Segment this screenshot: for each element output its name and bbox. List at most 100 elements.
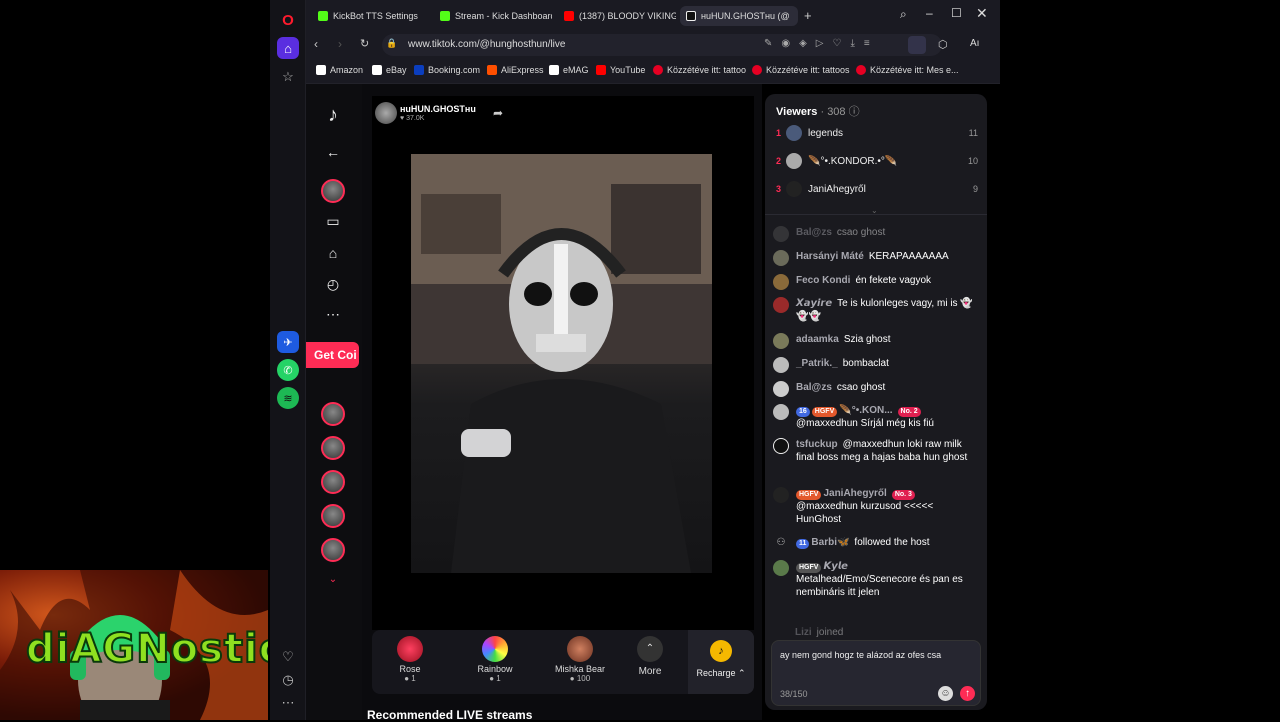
tab-kick-dashboard[interactable]: Stream - Kick Dashboard: [434, 6, 552, 26]
chat-user[interactable]: JaniAhegyről: [823, 488, 886, 499]
home-icon[interactable]: ⌂: [277, 37, 299, 59]
chat-message[interactable]: 𝙓𝙖𝙮𝙞𝙧𝙚 Te is kulonleges vagy, mi is 👻👻👻: [773, 297, 979, 323]
chat-message[interactable]: 16 HGFV 🪶°•.KON... No. 2 @maxxedhun Sírjál …: [773, 404, 979, 430]
chat-user[interactable]: Harsányi Máté: [796, 251, 864, 262]
gift-rainbow[interactable]: Rainbow ● 1: [465, 636, 525, 683]
bookmark-ebay[interactable]: eBay: [372, 65, 407, 75]
more-icon[interactable]: ⋯: [277, 692, 299, 714]
chat-message[interactable]: tsfuckup @maxxedhun loki raw milk final b…: [773, 438, 979, 464]
search-icon[interactable]: ⌕: [900, 7, 907, 22]
chat-user[interactable]: Bal@zs: [796, 227, 832, 238]
chevron-down-icon[interactable]: ⌄: [322, 568, 344, 590]
bookmark-youtube[interactable]: YouTube: [596, 65, 645, 75]
chat-user[interactable]: 𝙓𝙖𝙮𝙞𝙧𝙚: [796, 298, 832, 309]
viewer-row[interactable]: 3 JaniAhegyről 9: [765, 179, 987, 199]
forward-icon[interactable]: ›: [338, 37, 342, 51]
star-icon[interactable]: ☆: [277, 66, 299, 88]
tab-youtube[interactable]: (1387) BLOODY VIKING S: [558, 6, 676, 26]
bookmark-booking[interactable]: Booking.com: [414, 65, 480, 75]
chat-message[interactable]: HGFV 𝙆𝙮𝙡𝙚 Metalhead/Emo/Scenecore és pan e…: [773, 560, 979, 599]
bookmark-amazon[interactable]: Amazon: [316, 65, 363, 75]
more-icon[interactable]: ⋯: [322, 303, 344, 325]
chat-user[interactable]: tsfuckup: [796, 439, 838, 450]
viewer-row[interactable]: 2 🪶°•.KONDOR.•°🪶 10: [765, 151, 987, 171]
gift-rose[interactable]: Rose ● 1: [380, 636, 440, 683]
chat-user[interactable]: 🪶°•.KON...: [839, 405, 892, 416]
minimize-icon[interactable]: –: [926, 6, 933, 20]
address-actions-icons[interactable]: ✎◉◈▷♡⤓≡: [764, 38, 879, 49]
opera-logo-icon[interactable]: O: [277, 9, 299, 31]
recharge-button[interactable]: ♪ Recharge ⌃: [688, 630, 754, 694]
more-gifts-button[interactable]: ⌃ More: [620, 636, 680, 677]
spotify-icon[interactable]: ≋: [277, 387, 299, 409]
history-icon[interactable]: ◴: [322, 273, 344, 295]
viewer-row[interactable]: 1 legends 11: [765, 123, 987, 143]
extensions-icon[interactable]: ⬡: [938, 38, 948, 51]
kick-icon: [318, 11, 328, 21]
chat-message[interactable]: Lizi joined: [773, 626, 979, 639]
chat-user[interactable]: 𝙆𝙮𝙡𝙚: [823, 561, 847, 572]
bookmark-pinterest-2[interactable]: Közzétéve itt: tattoos: [752, 65, 850, 75]
url-field[interactable]: 🔒 www.tiktok.com/@hunghosthun/live ✎◉◈▷♡…: [382, 34, 942, 56]
viewer-score: 10: [967, 156, 978, 166]
back-icon[interactable]: ‹: [314, 37, 318, 51]
live-avatar[interactable]: [321, 402, 345, 426]
bookmark-aliexpress[interactable]: AliExpress: [487, 65, 544, 75]
reload-icon[interactable]: ↻: [360, 37, 369, 50]
live-avatar[interactable]: [321, 436, 345, 460]
messenger-icon[interactable]: ✈: [277, 331, 299, 353]
send-icon[interactable]: ↑: [960, 686, 975, 701]
get-coins-button[interactable]: Get Coi: [306, 342, 359, 368]
chat-message[interactable]: _Patrik._ bombaclat: [773, 357, 979, 373]
host-avatar[interactable]: [375, 102, 397, 124]
chat-input-box[interactable]: ay nem gond hogz te alázod az ofes csa 3…: [771, 640, 981, 706]
gift-mishka-bear[interactable]: Mishka Bear ● 100: [550, 636, 610, 683]
live-avatar[interactable]: [321, 504, 345, 528]
emoji-icon[interactable]: ☺: [938, 686, 953, 701]
share-icon[interactable]: ➦: [493, 106, 503, 120]
close-icon[interactable]: ✕: [976, 5, 988, 22]
ai-button[interactable]: Aı: [970, 38, 979, 49]
maximize-icon[interactable]: ☐: [951, 6, 962, 20]
gift-name: Rose: [399, 664, 421, 674]
avatar: [786, 181, 802, 197]
chat-user[interactable]: Bal@zs: [796, 382, 832, 393]
chat-message[interactable]: ⚇ 11 Barbi🦋 followed the host: [773, 536, 979, 549]
new-tab-icon[interactable]: +: [804, 8, 812, 23]
lock-icon: 🔒: [386, 38, 398, 48]
chat-message[interactable]: Bal@zs csao ghost: [773, 381, 979, 397]
chat-message[interactable]: HGFV JaniAhegyről No. 3 @maxxedhun kurzuso…: [773, 487, 979, 526]
tab-kickbot[interactable]: KickBot TTS Settings: [312, 6, 430, 26]
live-avatar[interactable]: [321, 470, 345, 494]
recharge-label: Recharge ⌃: [696, 668, 746, 678]
host-name[interactable]: ʜuHUN.GHOSTʜu: [400, 104, 476, 114]
chat-message[interactable]: Feco Kondi én fekete vagyok: [773, 274, 979, 290]
profile-icon[interactable]: [908, 36, 926, 54]
whatsapp-icon[interactable]: ✆: [277, 359, 299, 381]
video-frame[interactable]: [411, 154, 712, 573]
chat-user[interactable]: _Patrik._: [796, 358, 838, 369]
chat-user[interactable]: adaamka: [796, 334, 839, 345]
home-icon[interactable]: ⌂: [322, 242, 344, 264]
chat-message[interactable]: Bal@zs csao ghost: [773, 226, 979, 242]
viewers-header[interactable]: Viewers · 308 ⓘ: [776, 103, 860, 119]
bookmark-pinterest-1[interactable]: Közzétéve itt: tattoo: [653, 65, 746, 75]
back-arrow-icon[interactable]: ←: [322, 141, 344, 163]
chat-input-field[interactable]: ay nem gond hogz te alázod az ofes csa: [780, 650, 976, 660]
rose-icon: [397, 636, 423, 662]
chat-message[interactable]: adaamka Szia ghost: [773, 333, 979, 349]
live-avatar-host[interactable]: [321, 179, 345, 203]
chat-message[interactable]: Harsányi Máté KERAPAAAAAAA: [773, 250, 979, 266]
chat-user[interactable]: Feco Kondi: [796, 275, 850, 286]
history-icon[interactable]: ◷: [277, 669, 299, 691]
pinterest-icon: [856, 65, 866, 75]
bookmark-pinterest-3[interactable]: Közzétéve itt: Mes e...: [856, 65, 959, 75]
chat-user[interactable]: Lizi: [795, 627, 812, 638]
tab-tiktok[interactable]: ʜuHUN.GHOSTʜu (@: [680, 6, 798, 26]
video-camera-icon[interactable]: ▭: [322, 210, 344, 232]
heart-icon[interactable]: ♡: [277, 646, 299, 668]
tiktok-logo-icon[interactable]: ♪: [322, 104, 344, 126]
chat-user[interactable]: Barbi🦋: [811, 537, 849, 548]
bookmark-emag[interactable]: eMAG: [549, 65, 589, 75]
live-avatar[interactable]: [321, 538, 345, 562]
